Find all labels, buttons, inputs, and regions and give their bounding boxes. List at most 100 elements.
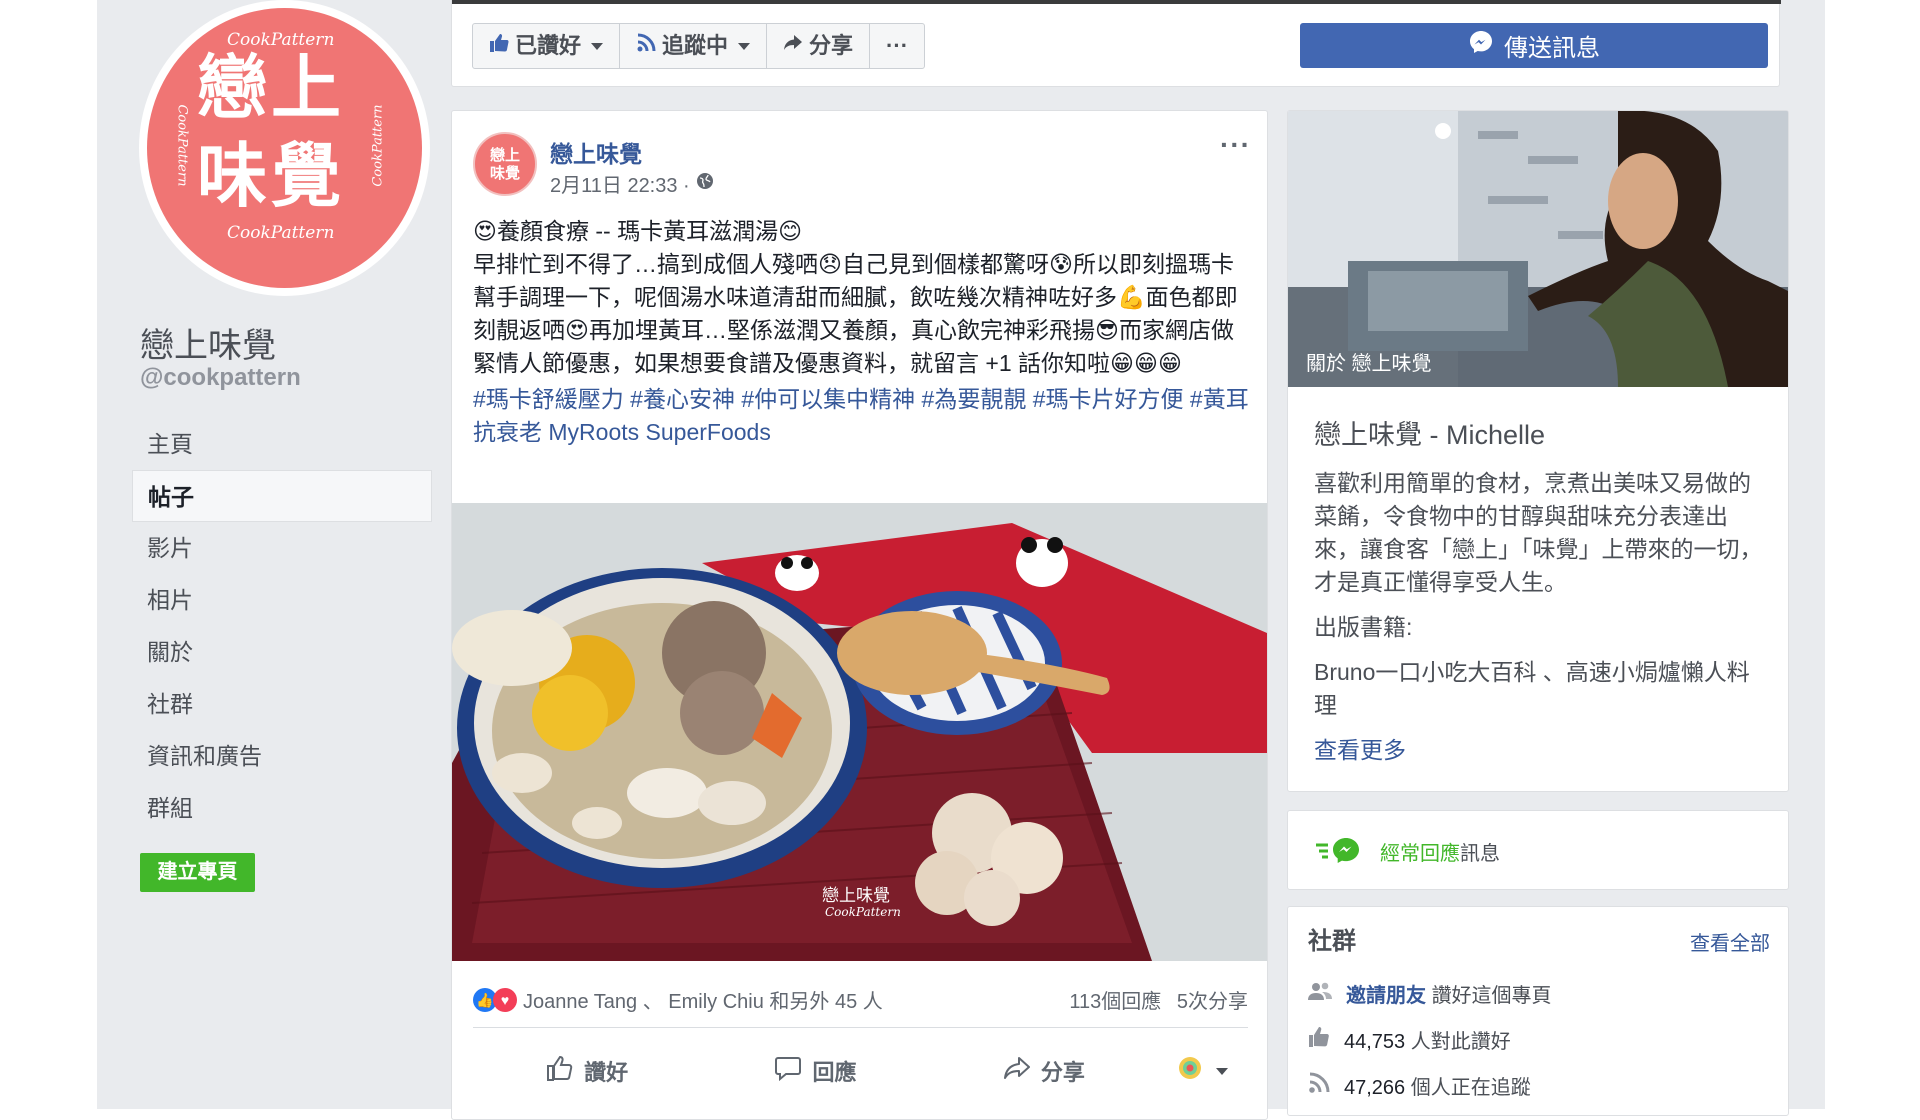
rss-icon — [1308, 1072, 1330, 1100]
post-timestamp[interactable]: 2月11日 22:33 · — [550, 169, 690, 198]
about-card: 關於 戀上味覺 戀上味覺 - Michelle 喜歡利用簡單的食材，烹煮出美味又… — [1287, 110, 1789, 792]
comment-count[interactable]: 113個回應 — [1069, 991, 1161, 1013]
post-author-link[interactable]: 戀上味覺 — [550, 135, 642, 169]
more-options-button[interactable]: ··· — [870, 24, 924, 68]
comment-label: 回應 — [812, 1060, 857, 1085]
nav-item-groups[interactable]: 群組 — [132, 782, 432, 834]
share-arrow-icon — [1003, 1054, 1031, 1088]
photo-watermark-brand: CookPattern — [825, 905, 901, 919]
comment-button[interactable]: 回應 — [701, 1054, 929, 1088]
post-card: 戀上 味覺 戀上味覺 2月11日 22:33 · ··· 😍養顏食療 -- 瑪卡… — [451, 110, 1268, 1120]
share-page-label: 分享 — [809, 33, 854, 58]
nav-item-videos[interactable]: 影片 — [132, 522, 432, 574]
rss-icon — [636, 24, 656, 68]
post-photo[interactable]: 戀上味覺 CookPattern — [452, 503, 1267, 961]
thumbs-up-outline-icon — [546, 1054, 574, 1088]
post-hashtags[interactable]: #瑪卡舒緩壓力 #養心安神 #仲可以集中精神 #為要靚靚 #瑪卡片好方便 #黃耳… — [473, 383, 1253, 449]
community-title: 社群 — [1308, 928, 1356, 955]
reaction-audience-selector[interactable] — [1158, 1056, 1248, 1086]
likes-rest: 人對此讚好 — [1410, 1031, 1511, 1053]
messenger-icon — [1468, 29, 1494, 62]
invite-friends-rest: 讚好這個專頁 — [1431, 985, 1552, 1007]
post-meta: 2月11日 22:33 · — [550, 169, 714, 198]
liked-label: 已讚好 — [515, 33, 582, 58]
thumbs-up-icon — [1308, 1026, 1330, 1054]
like-post-label: 讚好 — [584, 1060, 629, 1085]
invite-friends-link[interactable]: 邀請朋友 — [1346, 985, 1426, 1007]
nav-item-home[interactable]: 主頁 — [132, 418, 432, 470]
avatar-line1: 戀上 — [489, 146, 520, 164]
follows-count: 47,266 — [1344, 1077, 1406, 1099]
see-all-link[interactable]: 查看全部 — [1690, 927, 1770, 956]
community-card: 社群 查看全部 邀請朋友 讚好這個專頁 44,753 人對此讚好 47,266 … — [1287, 906, 1789, 1116]
liked-button[interactable]: 已讚好 — [473, 24, 621, 68]
share-page-button[interactable]: 分享 — [767, 24, 871, 68]
about-description-text: 喜歡利用簡單的食材，烹煮出美味又易做的菜餚，令食物中的甘醇與甜味充分表達出來，讓… — [1314, 470, 1763, 595]
logo-side-left-text: CookPattern — [174, 104, 190, 187]
avatar-icon — [1178, 1056, 1202, 1086]
nav-item-photos[interactable]: 相片 — [132, 574, 432, 626]
nav-item-posts[interactable]: 帖子 — [132, 470, 432, 522]
share-count[interactable]: 5次分享 — [1177, 991, 1248, 1013]
messenger-fast-icon — [1314, 835, 1364, 870]
share-post-label: 分享 — [1040, 1060, 1085, 1085]
follows-rest: 個人正在追蹤 — [1410, 1077, 1531, 1099]
see-more-link[interactable]: 查看更多 — [1314, 734, 1764, 767]
post-action-bar: 讚好 回應 分享 — [473, 1041, 1248, 1101]
post-body: 😍養顏食療 -- 瑪卡黃耳滋潤湯😊 早排忙到不得了…搞到成個人殘哂😞自己見到個樣… — [473, 215, 1253, 449]
follows-row: 47,266 個人正在追蹤 — [1308, 1071, 1531, 1100]
divider — [473, 1027, 1248, 1028]
logo-side-right-text: CookPattern — [370, 104, 386, 187]
post-text-line: 早排忙到不得了…搞到成個人殘哂😞自己見到個樣都驚呀😰所以即刻搵瑪卡幫手調理一下，… — [473, 251, 1238, 376]
nav-item-community[interactable]: 社群 — [132, 678, 432, 730]
reactions-names: Joanne Tang 、 Emily Chiu 和另外 45 人 — [523, 991, 883, 1013]
send-message-button[interactable]: 傳送訊息 — [1300, 23, 1768, 68]
responsiveness-highlight: 經常回應 — [1380, 843, 1460, 865]
invite-friends-row: 邀請朋友 讚好這個專頁 — [1308, 979, 1552, 1008]
people-icon — [1308, 981, 1332, 1007]
about-photo[interactable]: 關於 戀上味覺 — [1288, 111, 1788, 387]
logo-line2: 味覺 — [197, 134, 345, 217]
thumbs-up-icon — [489, 24, 509, 68]
share-post-button[interactable]: 分享 — [930, 1054, 1158, 1088]
page-action-buttons: 已讚好 追蹤中 分享 ··· — [472, 23, 926, 69]
post-options-button[interactable]: ··· — [1220, 129, 1251, 161]
chevron-down-icon — [1215, 1067, 1228, 1075]
reactions-who[interactable]: 👍 ♥ Joanne Tang 、 Emily Chiu 和另外 45 人 — [473, 985, 883, 1014]
books-label: 出版書籍: — [1314, 614, 1413, 640]
likes-count: 44,753 — [1344, 1031, 1406, 1053]
globe-icon — [696, 172, 714, 196]
profile-picture[interactable]: CookPattern 戀上 味覺 CookPattern CookPatter… — [139, 0, 430, 296]
like-post-button[interactable]: 讚好 — [473, 1054, 701, 1088]
create-page-button[interactable]: 建立專頁 — [140, 853, 255, 892]
about-photo-label: 關於 戀上味覺 — [1306, 353, 1432, 375]
kitchen-photo-illustration — [1288, 111, 1788, 387]
avatar-line2: 味覺 — [489, 164, 520, 182]
love-reaction-icon: ♥ — [493, 987, 517, 1012]
nav-item-info-ads[interactable]: 資訊和廣告 — [132, 730, 432, 782]
chevron-down-icon — [591, 42, 604, 50]
books-list: Bruno一口小吃大百科 、高速小焗爐懶人料理 — [1314, 659, 1750, 718]
page-name[interactable]: 戀上味覺 — [140, 318, 276, 367]
chevron-down-icon — [738, 42, 751, 50]
responsiveness-rest: 訊息 — [1460, 843, 1500, 865]
page-action-bar: 已讚好 追蹤中 分享 ··· 傳送訊息 — [451, 0, 1781, 87]
responsiveness-text: 經常回應訊息 — [1380, 837, 1500, 866]
logo-line1: 戀上 — [197, 46, 345, 129]
profile-logo: CookPattern 戀上 味覺 CookPattern CookPatter… — [147, 8, 422, 288]
logo-bottom-text: CookPattern — [227, 223, 335, 243]
likes-row: 44,753 人對此讚好 — [1308, 1025, 1511, 1054]
post-text-line: 😍養顏食療 -- 瑪卡黃耳滋潤湯😊 — [473, 218, 803, 244]
following-label: 追蹤中 — [662, 33, 729, 58]
send-message-label: 傳送訊息 — [1504, 35, 1600, 62]
reactions-summary: 👍 ♥ Joanne Tang 、 Emily Chiu 和另外 45 人 11… — [473, 979, 1248, 1019]
share-arrow-icon — [783, 24, 803, 68]
page-handle[interactable]: @cookpattern — [140, 364, 301, 392]
page-nav: 主頁 帖子 影片 相片 關於 社群 資訊和廣告 群組 — [132, 418, 432, 834]
following-button[interactable]: 追蹤中 — [620, 24, 768, 68]
post-avatar[interactable]: 戀上 味覺 — [473, 132, 537, 196]
about-description: 喜歡利用簡單的食材，烹煮出美味又易做的菜餚，令食物中的甘醇與甜味充分表達出來，讓… — [1314, 467, 1764, 779]
nav-item-about[interactable]: 關於 — [132, 626, 432, 678]
comment-bubble-icon — [774, 1054, 802, 1088]
cover-photo-edge — [452, 0, 1781, 4]
